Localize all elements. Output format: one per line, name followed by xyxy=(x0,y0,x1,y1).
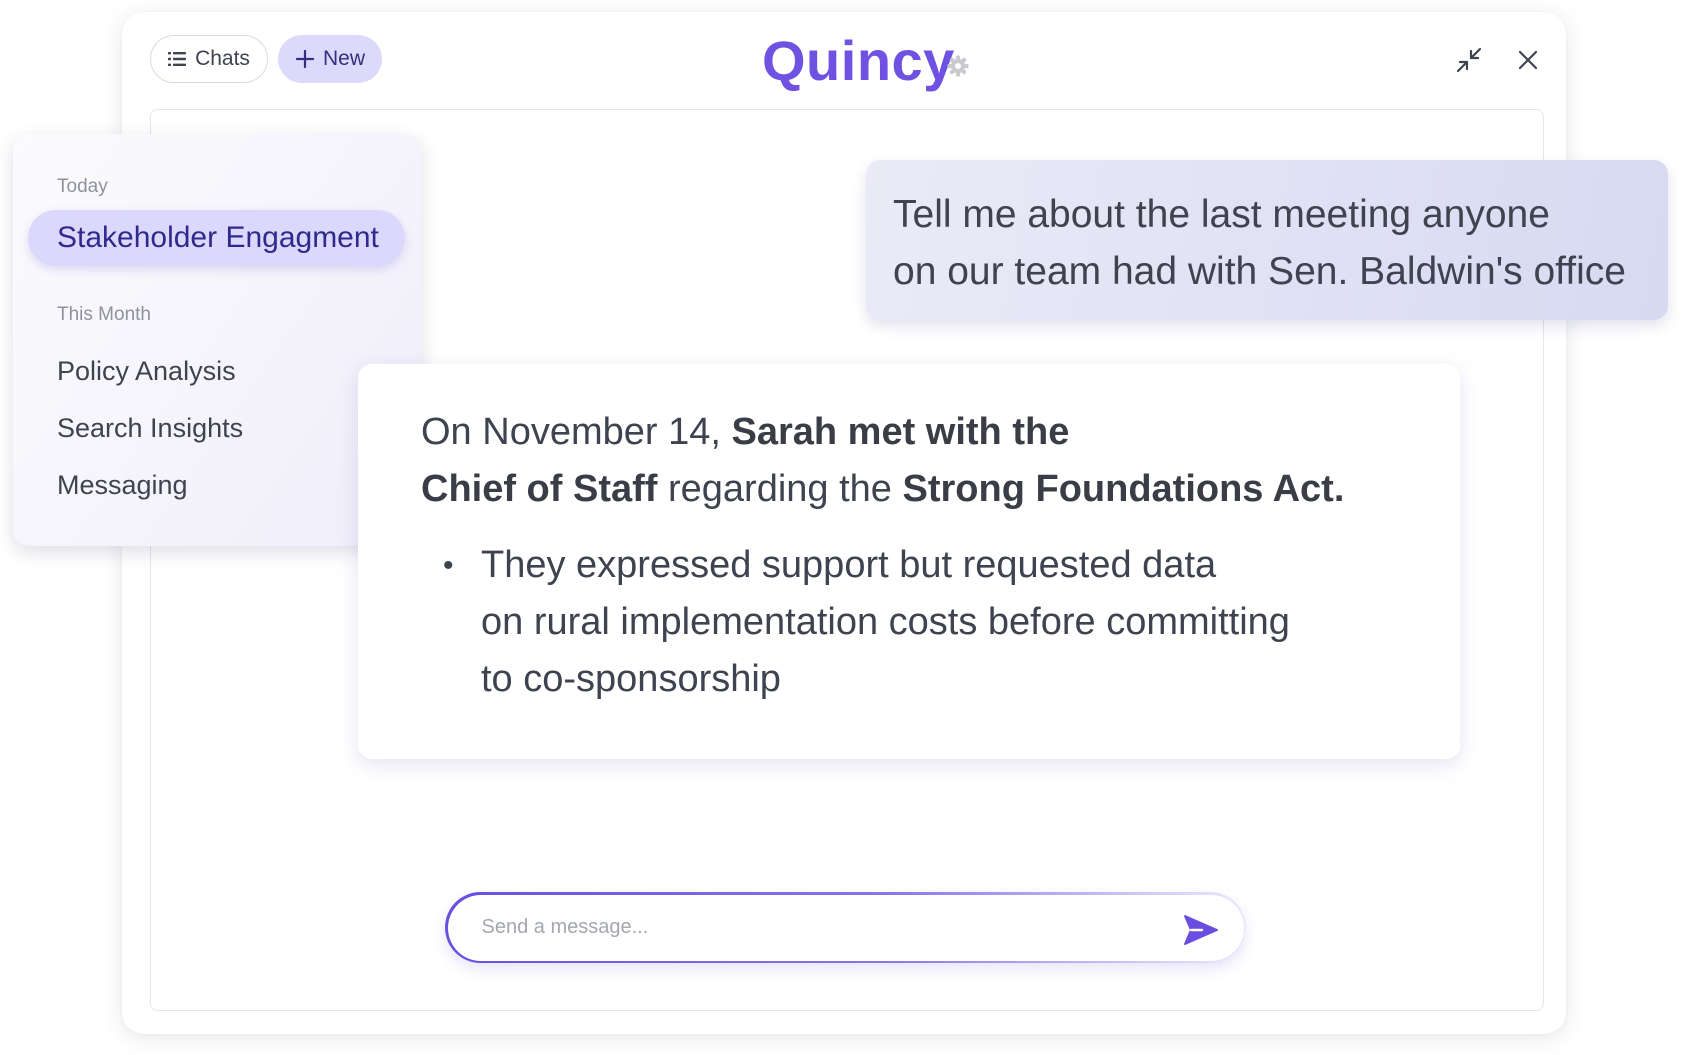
chat-item-policy-analysis[interactable]: Policy Analysis xyxy=(57,356,236,387)
reply-act: Strong Foundations Act. xyxy=(902,468,1345,510)
user-message: Tell me about the last meeting anyone on… xyxy=(866,160,1668,320)
bullet-marker: • xyxy=(443,549,454,582)
reply-bullet-item: • They expressed support but requested d… xyxy=(443,537,1401,708)
plus-icon xyxy=(295,49,315,69)
message-input[interactable] xyxy=(479,894,1120,961)
message-composer-inner xyxy=(447,894,1244,961)
user-message-line: on our team had with Sen. Baldwin's offi… xyxy=(893,250,1626,293)
close-icon[interactable] xyxy=(1516,48,1540,72)
chats-button-label: Chats xyxy=(195,47,250,70)
reply-regarding: regarding the xyxy=(657,468,903,510)
send-icon[interactable] xyxy=(1182,913,1220,947)
reply-bullet-list: • They expressed support but requested d… xyxy=(421,537,1420,708)
new-chat-button-label: New xyxy=(322,47,365,70)
section-title-today: Today xyxy=(57,176,108,197)
gear-icon[interactable] xyxy=(946,54,970,78)
app-logo: Quincy xyxy=(762,29,955,92)
reply-who: Sarah met with the xyxy=(731,411,1070,453)
message-composer xyxy=(445,892,1246,963)
chats-button[interactable]: Chats xyxy=(150,35,268,83)
chat-item-search-insights[interactable]: Search Insights xyxy=(57,413,243,444)
reply-date: On November 14, xyxy=(421,411,732,453)
reply-role: Chief of Staff xyxy=(421,468,658,510)
section-title-this-month: This Month xyxy=(57,304,151,325)
bullet-line: on rural implementation costs before com… xyxy=(481,601,1290,643)
chat-item-messaging[interactable]: Messaging xyxy=(57,470,188,501)
reply-paragraph: On November 14, Sarah met with the Chief … xyxy=(421,404,1411,518)
chat-item-label: Stakeholder Engagment xyxy=(57,221,379,254)
minimize-icon[interactable] xyxy=(1455,46,1483,74)
user-message-line: Tell me about the last meeting anyone xyxy=(893,193,1550,236)
list-icon xyxy=(168,52,187,66)
new-chat-button[interactable]: New xyxy=(278,35,382,83)
bullet-line: to co-sponsorship xyxy=(481,658,781,700)
chat-item-stakeholder-engagment[interactable]: Stakeholder Engagment xyxy=(28,210,405,266)
bullet-line: They expressed support but requested dat… xyxy=(481,544,1217,586)
assistant-reply: On November 14, Sarah met with the Chief … xyxy=(358,364,1460,759)
